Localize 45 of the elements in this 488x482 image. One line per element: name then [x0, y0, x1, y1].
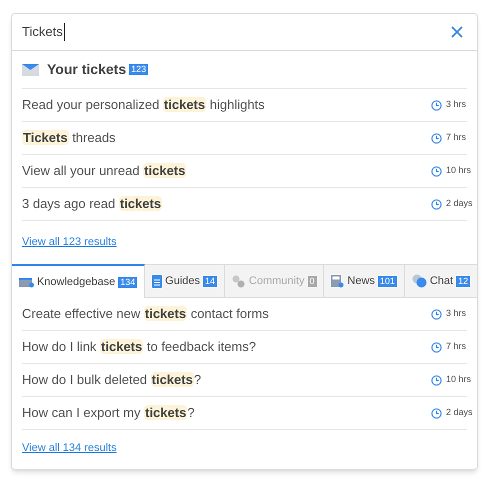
clock-icon	[431, 374, 442, 386]
count-badge: 101	[378, 276, 397, 286]
result-link[interactable]: How do I bulk deleted tickets?	[22, 370, 202, 390]
clock-icon	[431, 342, 442, 352]
close-icon	[451, 26, 463, 38]
section-title: Your tickets	[47, 60, 126, 79]
result-link[interactable]: How can I export my tickets?	[22, 403, 195, 423]
category-tab[interactable]: Guides 14	[145, 264, 225, 297]
category-tab[interactable]: News 101	[324, 264, 405, 297]
time-label: 7 hrs	[446, 340, 466, 354]
card-icon	[18, 276, 34, 288]
time-label: 2 days	[446, 406, 473, 420]
category-tab[interactable]: Chat 12	[404, 264, 478, 297]
clock-icon	[431, 408, 442, 418]
search-field[interactable]: Tickets	[22, 22, 66, 42]
result-link[interactable]: How do I link tickets to feedback items?	[22, 337, 256, 357]
count-badge: 0	[308, 276, 317, 286]
clock-icon	[431, 166, 442, 176]
time-label: 3 hrs	[446, 307, 466, 320]
result-link[interactable]: Create effective new tickets contact forms	[22, 304, 269, 324]
time-label: 3 hrs	[446, 98, 466, 112]
envelope-icon	[22, 64, 39, 76]
count-badge: 123	[129, 64, 148, 75]
view-all-link[interactable]: View all 134 results	[22, 440, 117, 456]
time-label: 10 hrs	[446, 164, 472, 178]
result-link[interactable]: 3 days ago read tickets	[22, 194, 162, 214]
chat-icon	[412, 274, 427, 288]
clock-icon	[431, 132, 442, 144]
people-icon	[232, 274, 246, 288]
result-link[interactable]: View all your unread tickets	[22, 161, 186, 181]
category-tab[interactable]: Knowledgebase 134	[12, 264, 146, 298]
time-label: 10 hrs	[446, 373, 472, 386]
newspaper-icon	[331, 274, 344, 288]
clock-icon	[431, 198, 442, 210]
clock-icon	[431, 308, 442, 320]
view-all-link[interactable]: View all 123 results	[22, 234, 117, 251]
document-icon	[152, 274, 162, 288]
count-badge: 134	[118, 276, 138, 288]
clock-icon	[431, 100, 442, 110]
result-link[interactable]: Read your personalized tickets highlights	[22, 95, 265, 115]
count-badge: 14	[203, 276, 218, 286]
time-label: 2 days	[446, 197, 473, 210]
count-badge: 12	[456, 276, 470, 286]
result-link[interactable]: Tickets threads	[22, 128, 116, 148]
time-label: 7 hrs	[446, 131, 466, 144]
